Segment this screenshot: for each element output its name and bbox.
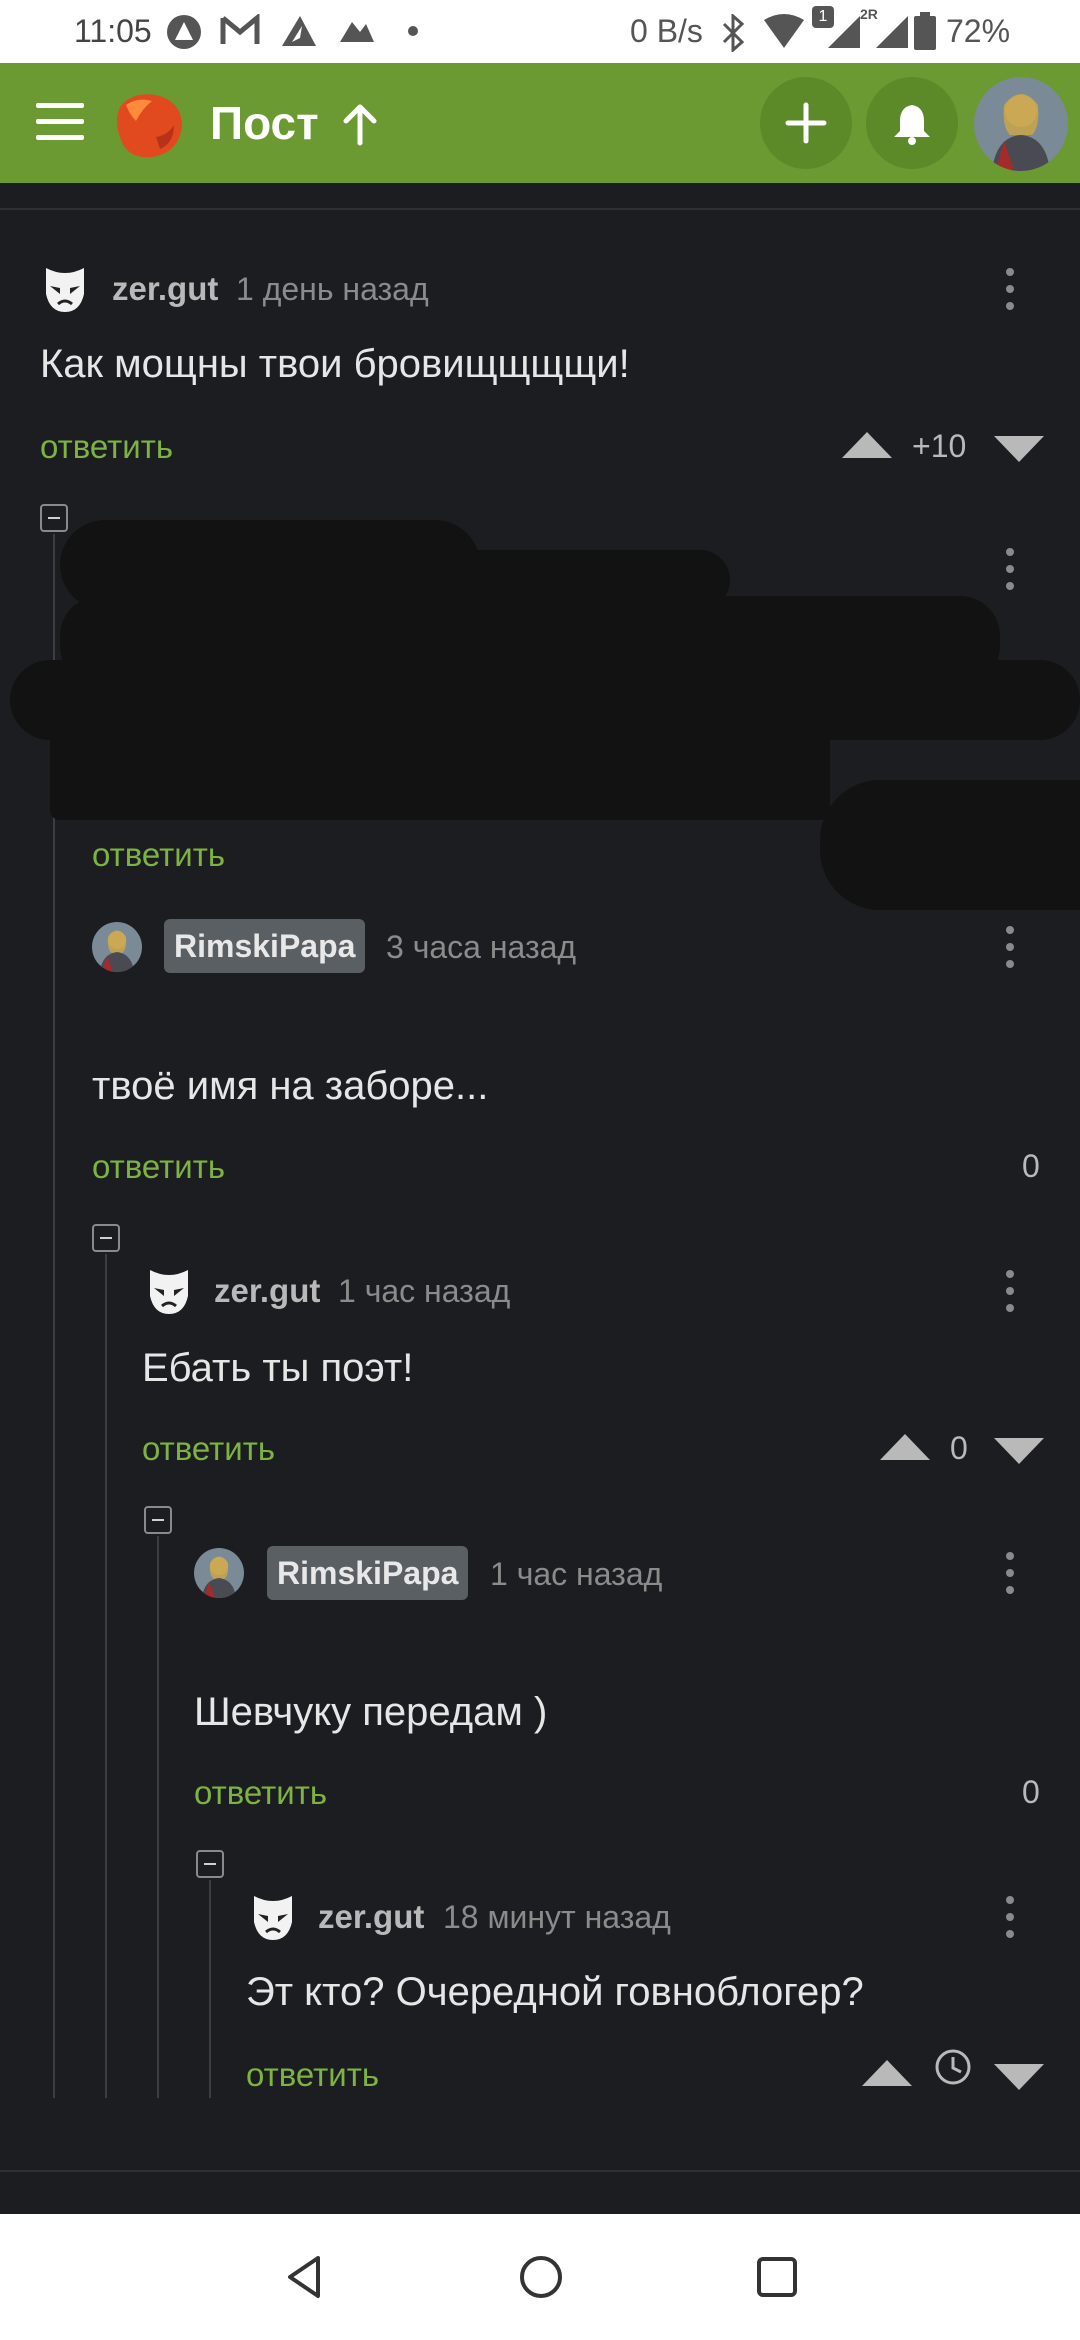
app-header: Пост (0, 63, 1080, 183)
comment-time: 18 минут назад (443, 1899, 671, 1935)
reply-button[interactable]: ответить (142, 1430, 275, 1468)
redacted-area (50, 720, 830, 820)
kebab-icon[interactable] (1004, 1270, 1016, 1316)
comment-author[interactable]: zer.gut (214, 1272, 320, 1310)
scroll-top-icon[interactable] (340, 103, 380, 147)
score: 0 (950, 1430, 968, 1466)
comment-time: 1 день назад (236, 271, 429, 307)
kebab-icon[interactable] (1004, 1552, 1016, 1598)
thread-line (209, 1880, 211, 2098)
downvote-icon[interactable] (994, 1436, 1044, 1466)
menu-icon[interactable] (36, 103, 84, 143)
plus-icon (785, 102, 827, 144)
thread-line (105, 1254, 107, 2098)
battery-level: 72% (946, 13, 1011, 49)
avatar[interactable] (194, 1548, 244, 1598)
app-notification-icon (167, 15, 201, 49)
score: 0 (1022, 1148, 1040, 1184)
gmail-icon (220, 14, 260, 44)
downvote-icon[interactable] (994, 2062, 1044, 2092)
recents-icon[interactable] (750, 2250, 804, 2304)
home-icon[interactable] (514, 2250, 568, 2304)
thread-line (157, 1536, 159, 2098)
comment-text: Как мощны твои бровищщщщи! (40, 342, 630, 386)
upvote-icon[interactable] (842, 430, 892, 460)
avatar-image (974, 77, 1068, 171)
comment-time: 1 час назад (490, 1556, 663, 1592)
mask-avatar-icon[interactable] (144, 1266, 194, 1316)
upvote-icon[interactable] (862, 2058, 912, 2088)
profile-avatar[interactable] (974, 77, 1068, 171)
battery-icon (914, 12, 936, 50)
comment-text: Шевчуку передам ) (194, 1690, 548, 1734)
upvote-icon[interactable] (880, 1432, 930, 1462)
signal-2-icon (876, 16, 908, 48)
mask-avatar-icon[interactable] (40, 264, 90, 314)
score: 0 (1022, 1774, 1040, 1810)
collapse-thread-button[interactable] (40, 504, 68, 532)
collapse-thread-button[interactable] (144, 1506, 172, 1534)
comment-text: Ебать ты поэт! (142, 1346, 414, 1390)
add-post-button[interactable] (760, 77, 852, 169)
more-notifications-icon (408, 26, 418, 36)
comment-text: твоё имя на заборе... (92, 1064, 489, 1108)
kebab-icon[interactable] (1004, 548, 1016, 594)
comment-author[interactable]: zer.gut (112, 270, 218, 308)
clock-icon (935, 2049, 971, 2085)
reply-button[interactable]: ответить (92, 836, 225, 874)
username-badge[interactable]: RimskiPapa (164, 919, 366, 973)
reply-button[interactable]: ответить (194, 1774, 327, 1812)
avatar[interactable] (92, 922, 142, 972)
system-nav-bar (0, 2214, 1080, 2340)
divider (0, 208, 1080, 210)
reply-button[interactable]: ответить (40, 428, 173, 466)
page-title: Пост (210, 97, 319, 149)
back-icon[interactable] (278, 2250, 332, 2304)
notifications-button[interactable] (866, 77, 958, 169)
app-logo[interactable] (112, 87, 186, 161)
divider (0, 2170, 1080, 2172)
drive-icon (282, 16, 316, 46)
comment-text: Эт кто? Очередной говноблогер? (246, 1970, 864, 2014)
score: +10 (912, 428, 967, 464)
bluetooth-icon (722, 14, 745, 52)
reply-button[interactable]: ответить (246, 2056, 379, 2094)
bell-icon (894, 105, 930, 145)
status-bar: 11:05 0 B/s 1 2R 72% (0, 0, 1080, 63)
reply-button[interactable]: ответить (92, 1148, 225, 1186)
kebab-icon[interactable] (1004, 268, 1016, 314)
network-speed: 0 B/s (630, 13, 703, 49)
kebab-icon[interactable] (1004, 1896, 1016, 1942)
mask-avatar-icon[interactable] (248, 1892, 298, 1942)
comment-time: 3 часа назад (386, 929, 577, 965)
downvote-icon[interactable] (994, 434, 1044, 464)
signal-icon (828, 16, 860, 48)
collapse-thread-button[interactable] (196, 1850, 224, 1878)
collapse-thread-button[interactable] (92, 1224, 120, 1252)
username-badge[interactable]: RimskiPapa (267, 1546, 469, 1600)
comment-author[interactable]: zer.gut (318, 1898, 424, 1936)
comment-time: 1 час назад (338, 1273, 511, 1309)
redacted-area (820, 780, 1080, 910)
wifi-icon (764, 14, 804, 48)
kebab-icon[interactable] (1004, 926, 1016, 972)
mountains-icon (340, 22, 374, 42)
status-time: 11:05 (74, 13, 152, 49)
